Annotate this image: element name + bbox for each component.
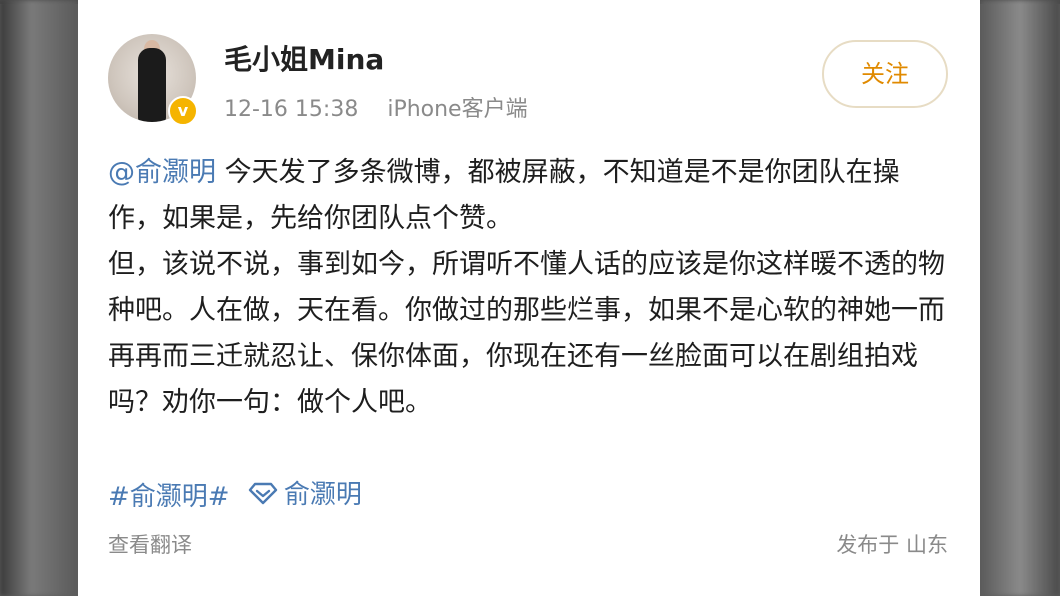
left-blurred-background <box>0 0 78 596</box>
follow-button[interactable]: 关注 <box>822 40 948 108</box>
super-topic-label: 俞灏明 <box>283 480 362 510</box>
post-date: 12-16 15:38 <box>224 97 359 122</box>
post-paragraph-1-text: 今天发了多条微博，都被屏蔽，不知道是不是你团队在操作，如果是，先给你团队点个赞。 <box>108 157 900 234</box>
verified-badge-icon: v <box>168 96 198 126</box>
post-body: @俞灏明 今天发了多条微博，都被屏蔽，不知道是不是你团队在操作，如果是，先给你团… <box>108 150 948 426</box>
avatar-figure <box>138 48 166 122</box>
username[interactable]: 毛小姐Mina <box>224 38 384 78</box>
post-paragraph-2: 但，该说不说，事到如今，所谓听不懂人话的应该是你这样暖不透的物种吧。人在做，天在… <box>108 249 945 418</box>
post-source: iPhone客户端 <box>387 97 528 122</box>
post-paragraph-1: @俞灏明 今天发了多条微博，都被屏蔽，不知道是不是你团队在操作，如果是，先给你团… <box>108 150 948 242</box>
view-translation-link[interactable]: 查看翻译 <box>108 529 192 559</box>
topic-tag[interactable]: #俞灏明# <box>108 482 230 512</box>
weibo-post-card: v 毛小姐Mina 12-16 15:38 iPhone客户端 关注 @俞灏明 … <box>78 0 980 596</box>
mention-link[interactable]: @俞灏明 <box>108 157 216 188</box>
post-tags: #俞灏明# 俞灏明 <box>108 474 362 513</box>
right-blurred-background <box>980 0 1060 596</box>
diamond-icon <box>248 482 278 504</box>
super-topic-tag[interactable]: 俞灏明 <box>248 474 362 511</box>
post-location: 发布于 山东 <box>836 533 948 557</box>
post-meta: 12-16 15:38 iPhone客户端 <box>224 91 550 123</box>
